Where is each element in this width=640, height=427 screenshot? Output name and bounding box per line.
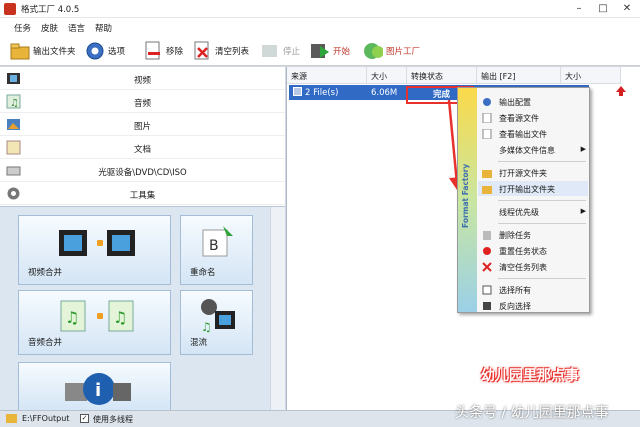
- menu-task[interactable]: 任务: [14, 22, 31, 34]
- invert-select-icon: [482, 301, 492, 311]
- category-nav: 视频 ♫ 音频 图片 文档 光驱设备\DVD\CD\ISO 工具集: [0, 67, 285, 207]
- menu-reset-status[interactable]: 重置任务状态: [478, 243, 588, 258]
- col-source[interactable]: 来源: [287, 67, 367, 84]
- menu-invert-select[interactable]: 反向选择: [478, 298, 588, 313]
- tools-panel: 视频合并 B 重命名 ♫ ♫ 音频合并 ♫ 混流 i: [0, 206, 285, 412]
- minimize-button[interactable]: –: [567, 0, 591, 18]
- row-source: 2 File(s): [305, 88, 339, 98]
- start-button[interactable]: 开始: [310, 40, 350, 62]
- options-button[interactable]: 选项: [85, 40, 125, 62]
- menu-divider: [498, 223, 586, 224]
- tool-video-merge[interactable]: 视频合并: [18, 215, 171, 285]
- maximize-button[interactable]: □: [591, 0, 615, 18]
- options-icon: [85, 41, 105, 61]
- title-bar: 格式工厂 4.0.5 – □ ✕: [0, 0, 640, 18]
- arrow-up-icon: [616, 86, 626, 96]
- remove-button[interactable]: 移除: [143, 40, 183, 62]
- submenu-arrow-icon: ▶: [580, 145, 586, 153]
- folder-icon: [10, 41, 30, 61]
- menu-delete-task[interactable]: 删除任务: [478, 227, 588, 242]
- mux-icon: ♫: [201, 299, 235, 333]
- file-icon: [482, 128, 492, 140]
- nav-rom-device[interactable]: 光驱设备\DVD\CD\ISO: [0, 159, 285, 182]
- folder-icon: [6, 414, 17, 423]
- folder-icon: [482, 184, 492, 194]
- menu-skin[interactable]: 皮肤: [41, 22, 58, 34]
- tool-mux[interactable]: ♫ 混流: [180, 290, 253, 355]
- window-title: 格式工厂 4.0.5: [21, 5, 80, 15]
- start-icon: [310, 41, 330, 61]
- clear-icon: [482, 262, 492, 272]
- credit-watermark: 头条号 / 幼儿园里那点事: [455, 405, 609, 421]
- svg-text:♫: ♫: [113, 308, 127, 327]
- nav-utilities[interactable]: 工具集: [0, 182, 285, 205]
- svg-text:♫: ♫: [201, 320, 212, 333]
- nav-audio[interactable]: ♫ 音频: [0, 90, 285, 113]
- menu-bar: 任务 皮肤 语言 帮助: [0, 18, 640, 36]
- stop-button[interactable]: 停止: [260, 40, 300, 62]
- toolbar: 输出文件夹 选项 移除 清空列表 停止 开始 图片工厂: [0, 36, 640, 66]
- menu-output-config[interactable]: 输出配置: [478, 94, 588, 109]
- file-icon: [293, 87, 302, 96]
- menu-clear-tasks[interactable]: 清空任务列表: [478, 259, 588, 274]
- tool-media-info[interactable]: i: [18, 362, 171, 412]
- clear-list-button[interactable]: 清空列表: [192, 40, 249, 62]
- svg-text:B: B: [209, 238, 219, 254]
- tool-audio-merge[interactable]: ♫ ♫ 音频合并: [18, 290, 171, 355]
- nav-video[interactable]: 视频: [0, 67, 285, 90]
- menu-view-source[interactable]: 查看源文件: [478, 110, 588, 125]
- reset-icon: [482, 246, 492, 256]
- stop-icon: [260, 41, 280, 61]
- submenu-arrow-icon: ▶: [580, 207, 586, 215]
- menu-divider: [498, 200, 586, 201]
- picture-factory-icon: [363, 41, 383, 61]
- clear-list-icon: [192, 41, 212, 61]
- col-status[interactable]: 转换状态: [407, 67, 477, 84]
- settings-icon: [482, 97, 492, 107]
- multithread-checkbox[interactable]: ✓: [80, 414, 89, 423]
- menu-media-info[interactable]: 多媒体文件信息 ▶: [478, 142, 588, 157]
- menu-divider: [498, 161, 586, 162]
- info-icon: i: [65, 373, 131, 405]
- tool-rename[interactable]: B 重命名: [180, 215, 253, 285]
- svg-text:i: i: [95, 380, 101, 401]
- menu-open-source-folder[interactable]: 打开源文件夹: [478, 165, 588, 180]
- file-icon: [482, 112, 492, 124]
- output-path[interactable]: E:\FFOutput: [22, 414, 69, 423]
- menu-open-output-folder[interactable]: 打开输出文件夹: [478, 181, 588, 196]
- col-output[interactable]: 输出 [F2]: [477, 67, 561, 84]
- col-size[interactable]: 大小: [367, 67, 407, 84]
- audio-merge-icon: ♫ ♫: [60, 300, 134, 332]
- nav-picture[interactable]: 图片: [0, 113, 285, 136]
- menu-help[interactable]: 帮助: [95, 22, 112, 34]
- menu-select-all[interactable]: 选择所有: [478, 282, 588, 297]
- nav-document[interactable]: 文档: [0, 136, 285, 159]
- remove-icon: [143, 41, 163, 61]
- folder-icon: [482, 168, 492, 178]
- menu-divider: [498, 278, 586, 279]
- rename-icon: B: [202, 226, 233, 257]
- tools-scrollbar[interactable]: [270, 207, 285, 411]
- multithread-label: 使用多线程: [93, 415, 133, 424]
- delete-icon: [482, 230, 492, 240]
- svg-text:♫: ♫: [65, 308, 79, 327]
- select-all-icon: [482, 285, 492, 295]
- app-icon: [4, 3, 16, 15]
- brand-watermark: 幼儿园里那点事: [481, 368, 579, 384]
- menu-view-output[interactable]: 查看输出文件: [478, 126, 588, 141]
- video-merge-icon: [59, 230, 135, 256]
- picture-factory-button[interactable]: 图片工厂: [363, 40, 420, 62]
- col-output-size[interactable]: 大小: [561, 67, 621, 84]
- output-folder-button[interactable]: 输出文件夹: [10, 40, 76, 62]
- menu-language[interactable]: 语言: [68, 22, 85, 34]
- context-menu: Format Factory 输出配置 查看源文件 查看输出文件 多媒体文件信息…: [457, 87, 590, 313]
- row-size: 6.06M: [371, 88, 398, 98]
- close-button[interactable]: ✕: [615, 0, 639, 18]
- menu-thread-priority[interactable]: 线程优先级 ▶: [478, 204, 588, 219]
